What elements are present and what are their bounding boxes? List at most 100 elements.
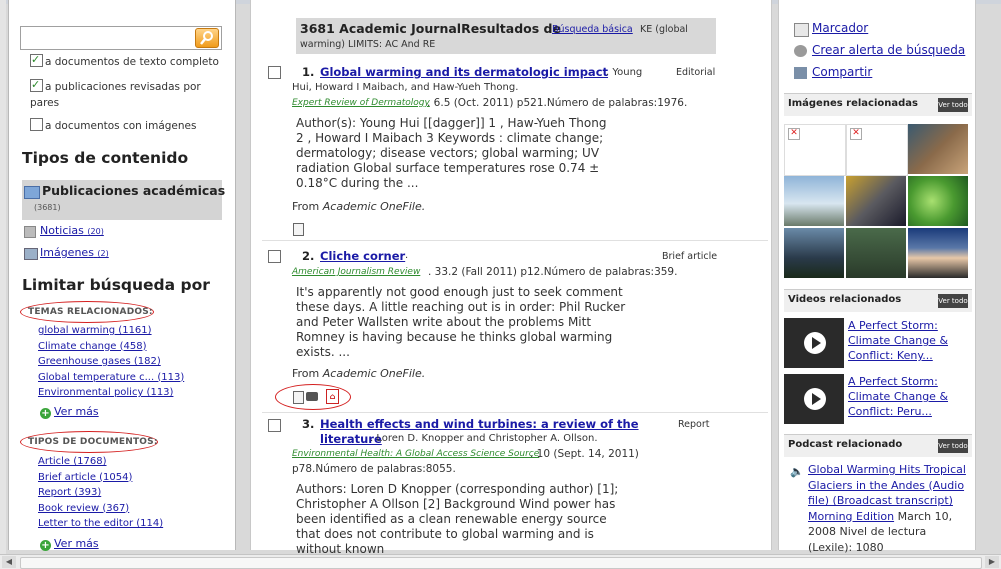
result-checkbox[interactable] [268, 66, 281, 79]
doc-types-list: Article (1768) Brief article (1054) Repo… [38, 454, 163, 532]
content-type-images[interactable]: Imágenes (2) [40, 246, 109, 259]
video-thumbnail[interactable] [784, 374, 844, 424]
doctype-link[interactable]: Article (1768) [38, 454, 163, 470]
result-title-suffix: . [405, 250, 409, 261]
image-thumbnail[interactable] [908, 124, 968, 174]
topics-more-label[interactable]: Ver más [54, 405, 99, 418]
plus-icon: + [40, 408, 51, 419]
related-podcast-heading: Podcast relacionado [788, 439, 903, 450]
result-source-link[interactable]: Expert Review of Dermatology [292, 98, 430, 108]
search-input[interactable] [20, 26, 222, 50]
topic-link[interactable]: Global temperature c... (113) [38, 370, 184, 386]
view-all-videos-button[interactable]: Ver todo [938, 294, 968, 308]
image-thumbnail[interactable] [784, 176, 844, 226]
result-meta: . 6.5 (Oct. 2011) p521.Número de palabra… [427, 97, 688, 109]
filter-label: a documentos de texto completo [45, 56, 219, 68]
image-thumbnail[interactable]: ✕ [846, 124, 908, 176]
image-thumbnail[interactable] [846, 176, 906, 226]
result-from: From Academic OneFile. [292, 367, 425, 380]
journal-icon [24, 186, 40, 199]
camera-icon[interactable] [306, 392, 318, 401]
from-source: Academic OneFile. [322, 200, 426, 213]
filter-images[interactable]: a documentos con imágenes [30, 118, 196, 134]
content-type-news[interactable]: Noticias (20) [40, 224, 104, 237]
result-authors: . Young [606, 67, 643, 78]
view-all-images-button[interactable]: Ver todo [938, 98, 968, 112]
share-link[interactable]: Compartir [812, 65, 872, 79]
doctype-link[interactable]: Brief article (1054) [38, 470, 163, 486]
result-number: 1. [302, 65, 315, 79]
left-scroll-edge [0, 0, 6, 554]
result-source-link[interactable]: Environmental Health: A Global Access Sc… [292, 449, 539, 459]
image-thumbnail[interactable] [908, 228, 968, 278]
document-icon[interactable] [293, 391, 304, 404]
doctypes-more[interactable]: + Ver más [40, 537, 99, 551]
document-icon[interactable] [293, 223, 304, 236]
topic-link[interactable]: Environmental policy (113) [38, 385, 184, 401]
video-title-link[interactable]: A Perfect Storm: Climate Change & Confli… [848, 318, 972, 363]
related-topics-heading: TEMAS RELACIONADOS: [28, 307, 153, 317]
image-thumbnail[interactable] [908, 176, 968, 226]
results-header-query: KE (global [640, 24, 688, 35]
doctype-link[interactable]: Book review (367) [38, 501, 163, 517]
result-abstract: Author(s): Young Hui [[dagger]] 1 , Haw-… [296, 116, 607, 190]
topics-more[interactable]: + Ver más [40, 405, 99, 419]
result-title-link[interactable]: Global warming and its dermatologic impa… [320, 65, 608, 79]
content-type-news-count: (20) [87, 227, 104, 236]
video-thumbnail[interactable] [784, 318, 844, 368]
results-header-limits: warming) LIMITS: AC And RE [300, 39, 436, 50]
create-alert-link[interactable]: Crear alerta de búsqueda [812, 43, 965, 57]
scroll-left-arrow[interactable]: ◀ [2, 556, 16, 568]
filter-peer-reviewed[interactable]: a publicaciones revisadas por pares [30, 77, 230, 111]
related-topics-list: global warming (1161) Climate change (45… [38, 323, 184, 401]
broken-image-icon: ✕ [788, 128, 800, 140]
video-title-link[interactable]: A Perfect Storm: Climate Change & Confli… [848, 374, 972, 419]
checkbox-images[interactable] [30, 118, 43, 131]
result-source-link[interactable]: American Journalism Review [292, 267, 420, 277]
content-type-news-label[interactable]: Noticias [40, 224, 84, 237]
result-authors: Hui, Howard I Maibach, and Haw-Yueh Thon… [292, 82, 519, 93]
result-separator [262, 240, 768, 241]
related-images-header: Imágenes relacionadas Ver todo [784, 93, 972, 116]
image-thumbnail[interactable]: ✕ [784, 124, 846, 176]
result-title-link[interactable]: Health effects and wind turbines: a revi… [320, 417, 639, 431]
pdf-icon[interactable]: ⌂ [326, 389, 339, 404]
result-number: 3. [302, 417, 315, 431]
podcast-item: Global Warming Hits Tropical Glaciers in… [808, 462, 972, 555]
broken-image-icon: ✕ [850, 128, 862, 140]
scroll-right-arrow[interactable]: ▶ [985, 556, 999, 568]
content-type-academic-label[interactable]: Publicaciones académicas [42, 183, 225, 198]
doctype-link[interactable]: Letter to the editor (114) [38, 516, 163, 532]
doctypes-more-label[interactable]: Ver más [54, 537, 99, 550]
topic-link[interactable]: Greenhouse gases (182) [38, 354, 184, 370]
play-icon [804, 332, 826, 354]
search-button[interactable] [195, 28, 219, 48]
speaker-icon: 🔈 [790, 465, 804, 478]
search-icon [200, 31, 213, 45]
filter-label: a publicaciones revisadas por pares [30, 81, 201, 109]
topic-link[interactable]: Climate change (458) [38, 339, 184, 355]
result-checkbox[interactable] [268, 250, 281, 263]
scroll-thumb[interactable] [20, 557, 982, 569]
horizontal-scrollbar[interactable]: ◀ ▶ [0, 554, 1001, 569]
result-type: Report [678, 419, 710, 430]
content-type-images-label[interactable]: Imágenes [40, 246, 94, 259]
basic-search-link[interactable]: Búsqueda básica [552, 24, 633, 35]
view-all-podcasts-button[interactable]: Ver todo [938, 439, 968, 453]
doctype-link[interactable]: Report (393) [38, 485, 163, 501]
filter-fulltext[interactable]: a documentos de texto completo [30, 52, 219, 70]
image-thumbnail[interactable] [846, 228, 906, 278]
related-videos-header: Videos relacionados Ver todo [784, 289, 972, 312]
related-images-heading: Imágenes relacionadas [788, 98, 919, 109]
result-meta: p78.Número de palabras:8055. [292, 463, 456, 475]
checkbox-peer-reviewed[interactable] [30, 77, 43, 93]
result-title-link[interactable]: Cliche corner [320, 249, 405, 263]
result-separator [262, 412, 768, 413]
image-thumbnail[interactable] [784, 228, 844, 278]
result-checkbox[interactable] [268, 419, 281, 432]
bookmark-link[interactable]: Marcador [812, 21, 868, 35]
checkbox-fulltext[interactable] [30, 52, 43, 68]
result-number: 2. [302, 249, 315, 263]
content-type-academic-count: (3681) [34, 203, 61, 212]
topic-link[interactable]: global warming (1161) [38, 323, 184, 339]
